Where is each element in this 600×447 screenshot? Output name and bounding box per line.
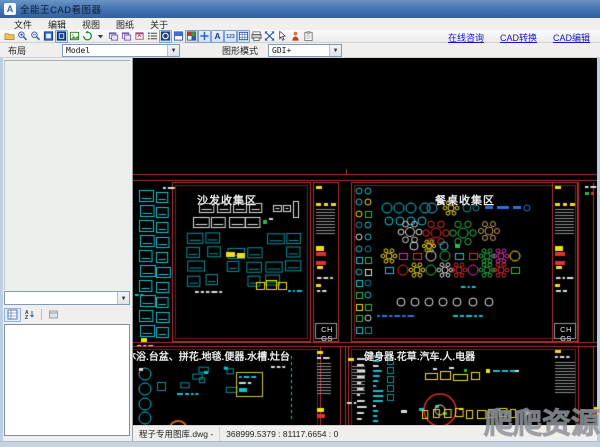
object-dropdown[interactable]: ▼: [4, 291, 130, 305]
property-pages-button[interactable]: [45, 308, 62, 322]
menu-item-0[interactable]: 文件: [6, 18, 40, 31]
clipboard-icon[interactable]: [302, 30, 315, 43]
properties-panel: ▼ AZ: [0, 58, 133, 441]
layout-bar: 布局 Model ▼ 图形模式 GDI+ ▼: [0, 43, 600, 58]
zoom-in-icon[interactable]: [16, 30, 29, 43]
sort-az-icon: AZ: [25, 310, 34, 320]
frame-title-fitness: 健身器.花草.汽车.人.电器: [364, 352, 476, 363]
chevron-down-icon[interactable]: ▼: [167, 44, 180, 56]
categorized-button[interactable]: [4, 307, 21, 322]
menu-item-4[interactable]: 关于: [142, 18, 176, 31]
svg-text:A: A: [215, 32, 221, 41]
graphics-mode-label: 图形模式: [222, 45, 259, 56]
circle-mark-icon[interactable]: [159, 29, 172, 43]
drawing-area: 沙发收集区 餐桌收集区 沐浴.台盆、拼花.地毯.便器.水槽.灶台 健身器.花草.…: [133, 58, 597, 425]
status-file-name: 程子专用图库.dwg -: [133, 426, 221, 441]
window-title: 全能王CAD看图器: [20, 5, 102, 16]
app-window: A 全能王CAD看图器 文件 编辑 视图 图纸 关于 A 123 在线咨询 CAD转换 CAD…: [0, 0, 600, 447]
print-icon[interactable]: [250, 30, 263, 43]
zoom-out-icon[interactable]: [29, 30, 42, 43]
menu-item-2[interactable]: 视图: [74, 18, 108, 31]
refresh-icon[interactable]: [81, 30, 94, 43]
layout-select[interactable]: Model ▼: [62, 43, 181, 57]
text-display-icon[interactable]: A: [211, 29, 224, 43]
full-extent-icon[interactable]: [198, 29, 211, 43]
chevron-down-icon[interactable]: ▼: [117, 292, 129, 304]
menu-item-1[interactable]: 编辑: [40, 18, 74, 31]
window-frame-left: [0, 58, 3, 447]
move-view-icon[interactable]: [263, 30, 276, 43]
categorized-icon: [7, 309, 18, 320]
toolbar-separator: [41, 309, 42, 320]
menu-bar: 文件 编辑 视图 图纸 关于: [0, 18, 600, 30]
background-color-icon[interactable]: [185, 29, 198, 43]
layout-select-value: Model: [66, 45, 91, 55]
title-bar: A 全能王CAD看图器: [0, 0, 600, 18]
frame-title-bath: 沐浴.台盆、拼花.地毯.便器.水槽.灶台: [133, 352, 290, 363]
copy-window-icon[interactable]: [107, 30, 120, 43]
paste-window-icon[interactable]: [120, 30, 133, 43]
property-pages-icon: [49, 310, 58, 319]
layout-label: 布局: [8, 45, 27, 56]
grid-display-icon[interactable]: [237, 29, 250, 43]
open-file-icon[interactable]: [3, 30, 16, 43]
status-coordinates: 368999.5379 : 81117.6654 : 0: [226, 428, 339, 439]
rotate-view-icon[interactable]: [133, 30, 146, 43]
property-tree-area[interactable]: [4, 60, 130, 290]
chevron-down-icon[interactable]: ▼: [329, 44, 342, 56]
user-icon[interactable]: [289, 30, 302, 43]
layer-list-icon[interactable]: [146, 30, 159, 43]
graphics-mode-select[interactable]: GDI+ ▼: [268, 43, 343, 57]
property-toolbar: AZ: [4, 307, 130, 322]
svg-text:123: 123: [226, 34, 235, 40]
zoom-window-icon[interactable]: [42, 30, 55, 43]
property-list[interactable]: [4, 324, 130, 436]
title-block-label: CH GS: [560, 325, 572, 343]
zoom-scale-caret-icon[interactable]: [94, 30, 107, 43]
menu-item-3[interactable]: 图纸: [108, 18, 142, 31]
measure-icon[interactable]: 123: [224, 29, 237, 43]
frame-title-dining: 餐桌收集区: [435, 195, 495, 207]
graphics-mode-value: GDI+: [272, 45, 292, 55]
cad-viewport[interactable]: [133, 58, 597, 425]
app-icon: A: [4, 3, 16, 15]
export-image-icon[interactable]: [68, 30, 81, 43]
title-block-label: CH GS: [321, 325, 333, 343]
frame-title-sofa: 沙发收集区: [197, 195, 257, 207]
sort-az-button[interactable]: AZ: [21, 308, 38, 322]
svg-text:Z: Z: [25, 315, 28, 320]
watermark: 爬爬资源: [483, 408, 600, 441]
zoom-extents-icon[interactable]: [55, 29, 68, 43]
select-icon[interactable]: [276, 30, 289, 43]
pan-view-icon[interactable]: [172, 30, 185, 43]
